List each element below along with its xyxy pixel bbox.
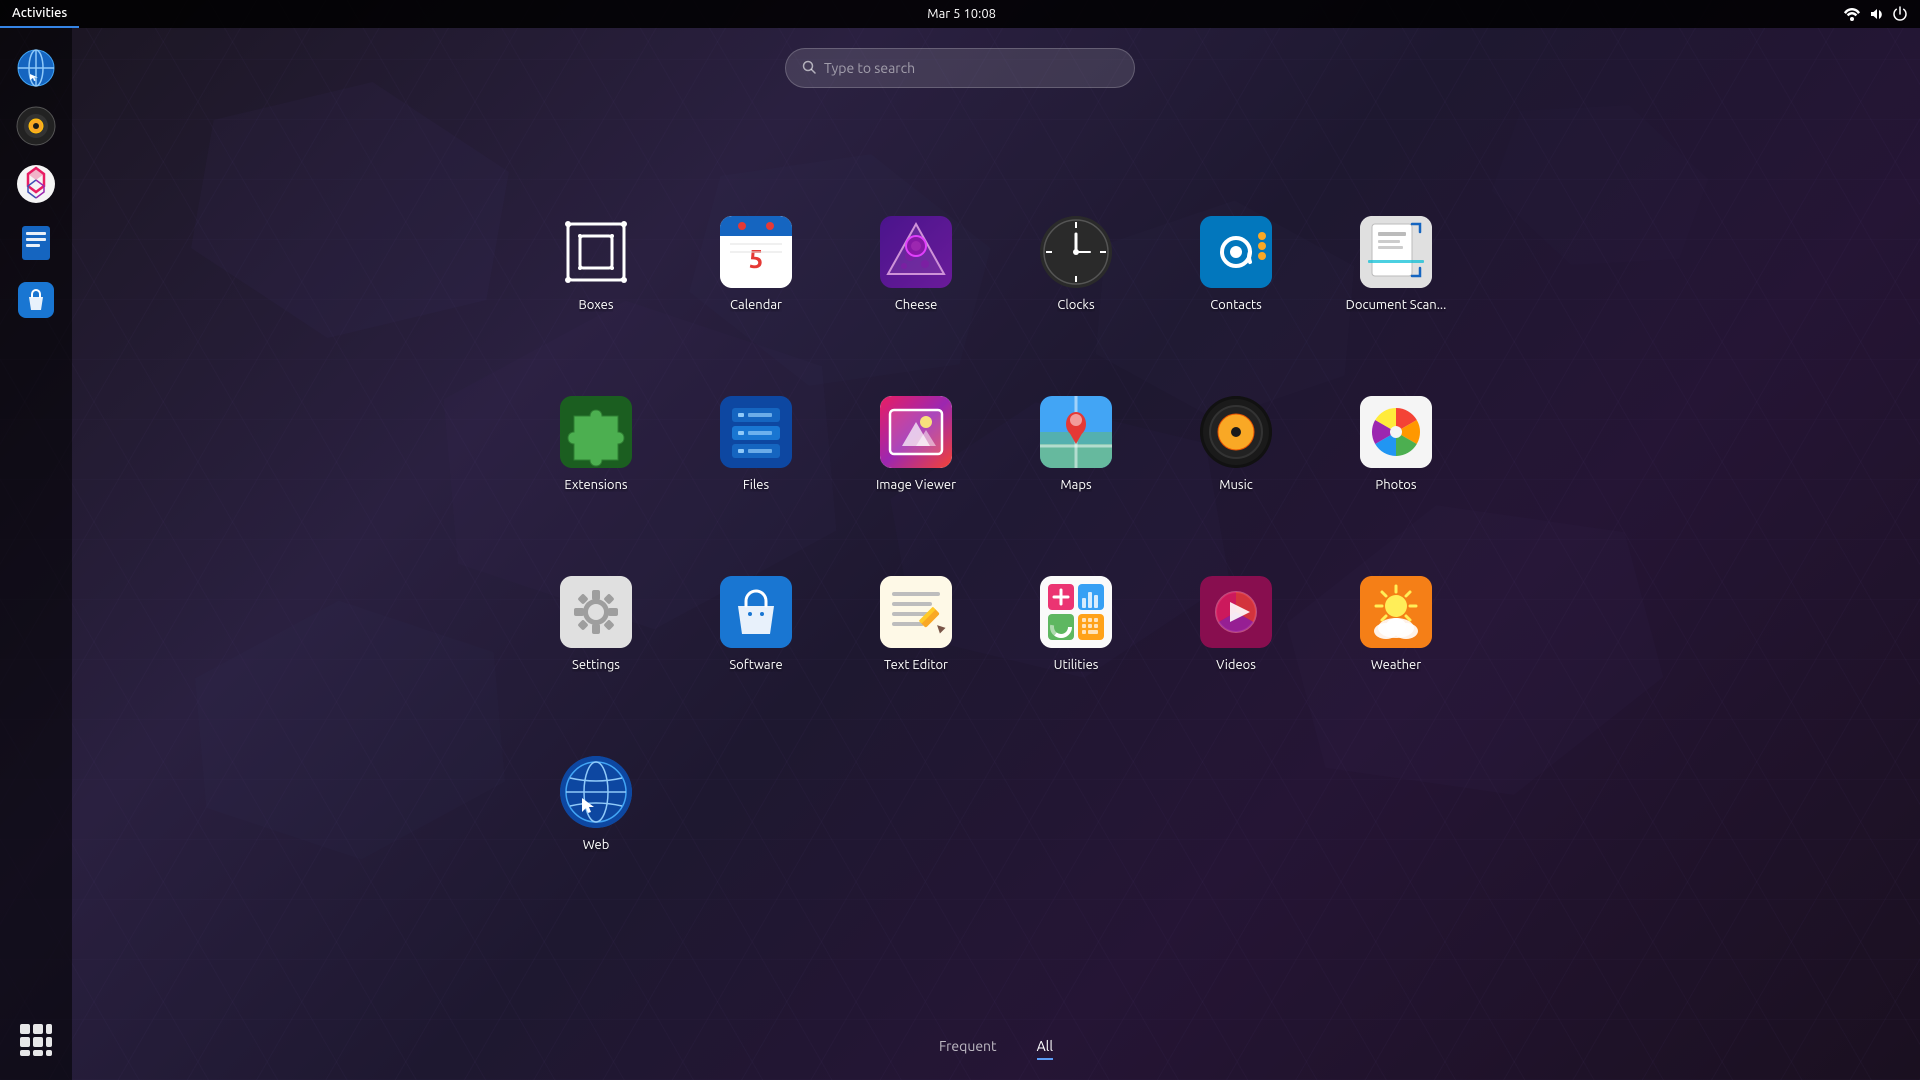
tab-frequent[interactable]: Frequent [939,1038,997,1060]
app-calendar-label: Calendar [730,298,782,312]
network-icon[interactable] [1844,6,1860,22]
svg-text:5: 5 [749,244,764,273]
search-placeholder: Type to search [824,60,1118,76]
topbar: Activities Mar 5 10:08 [0,0,1920,28]
app-extensions[interactable]: Extensions [519,380,674,508]
app-music[interactable]: Music [1159,380,1314,508]
app-maps-label: Maps [1060,478,1091,492]
app-files[interactable]: Files [679,380,834,508]
app-utilities-label: Utilities [1054,658,1099,672]
app-clocks-label: Clocks [1057,298,1094,312]
app-utilities[interactable]: Utilities [999,560,1154,688]
app-web-label: Web [583,838,610,852]
app-music-label: Music [1219,478,1253,492]
app-contacts-label: Contacts [1210,298,1262,312]
app-weather-label: Weather [1371,658,1421,672]
topbar-right [1844,6,1920,22]
app-web[interactable]: Web [519,740,674,868]
sidebar-item-software-store[interactable] [12,276,60,324]
app-weather[interactable]: Weather [1319,560,1474,688]
app-settings[interactable]: Settings [519,560,674,688]
app-settings-label: Settings [572,658,620,672]
app-docscan[interactable]: Document Scan... [1319,200,1474,328]
sidebar-item-web-browser[interactable] [12,44,60,92]
app-imageviewer-label: Image Viewer [876,478,956,492]
app-calendar[interactable]: 5 Calendar [679,200,834,328]
app-cheese-label: Cheese [895,298,938,312]
topbar-center: Mar 5 10:08 [79,7,1844,21]
app-texteditor[interactable]: Text Editor [839,560,994,688]
app-clocks[interactable]: Clocks [999,200,1154,328]
search-container: Type to search [785,48,1135,88]
app-maps[interactable]: Maps [999,380,1154,508]
app-docscan-label: Document Scan... [1346,298,1447,312]
power-icon[interactable] [1892,6,1908,22]
app-photos-label: Photos [1375,478,1416,492]
app-extensions-label: Extensions [564,478,627,492]
tab-all[interactable]: All [1037,1038,1053,1060]
search-icon [802,60,816,77]
sidebar-item-all-apps[interactable] [12,1016,60,1064]
apps-grid: Boxes 5 Calendar [516,200,1476,920]
datetime-display: Mar 5 10:08 [927,7,996,21]
app-software[interactable]: Software [679,560,834,688]
app-files-label: Files [743,478,769,492]
apps-container: Boxes 5 Calendar [72,100,1920,1020]
app-contacts[interactable]: Contacts [1159,200,1314,328]
search-bar[interactable]: Type to search [785,48,1135,88]
sidebar-item-sound[interactable] [12,102,60,150]
sidebar-item-notes[interactable] [12,218,60,266]
app-software-label: Software [729,658,782,672]
app-videos[interactable]: Videos [1159,560,1314,688]
app-boxes-label: Boxes [579,298,614,312]
bottom-tabs: Frequent All [72,1038,1920,1060]
activities-button[interactable]: Activities [0,0,79,28]
app-cheese[interactable]: Cheese [839,200,994,328]
app-boxes[interactable]: Boxes [519,200,674,328]
sidebar-item-prism[interactable] [12,160,60,208]
app-photos[interactable]: Photos [1319,380,1474,508]
sidebar [0,28,72,1080]
app-texteditor-label: Text Editor [884,658,948,672]
app-videos-label: Videos [1216,658,1256,672]
app-imageviewer[interactable]: Image Viewer [839,380,994,508]
volume-icon[interactable] [1868,6,1884,22]
